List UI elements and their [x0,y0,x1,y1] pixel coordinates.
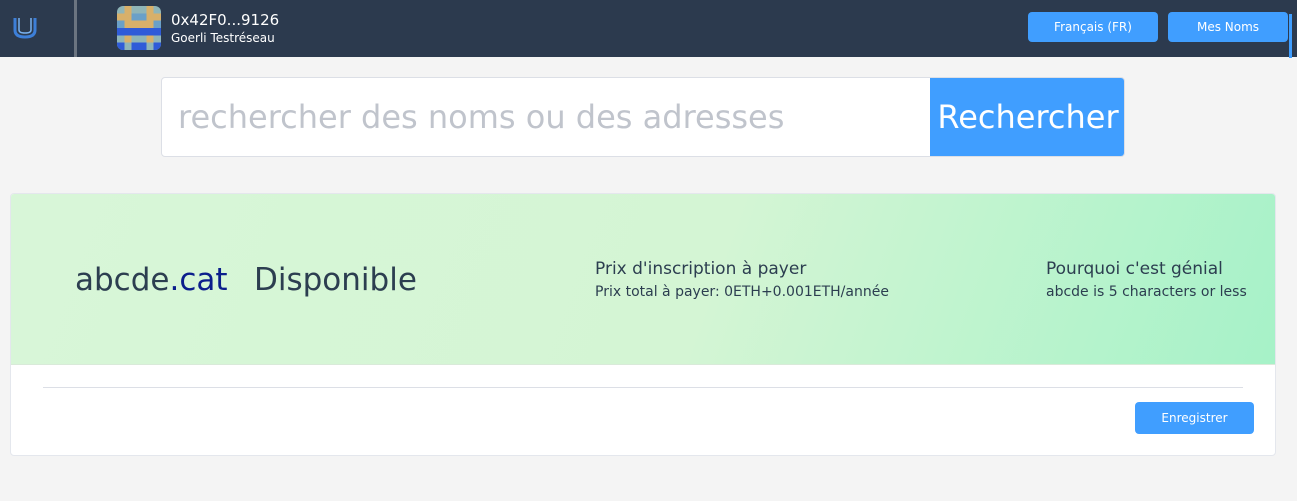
domain-label: abcde [75,262,170,298]
search-input[interactable] [162,78,930,156]
domain-tld: .cat [169,262,228,298]
network-name: Goerli Testréseau [171,31,275,45]
card-divider [43,387,1243,388]
result-summary: abcde.cat Disponible Prix d'inscription … [11,194,1275,365]
top-navigation-bar: 0x42F0...9126 Goerli Testréseau Français… [0,0,1297,58]
search-button[interactable]: Rechercher [930,78,1124,156]
header-divider [74,0,77,57]
why-title: Pourquoi c'est génial [1046,259,1223,279]
domain-name: abcde.cat [75,262,228,298]
why-detail: abcde is 5 characters or less [1046,284,1247,300]
app-logo-icon[interactable] [10,12,40,42]
header-edge-accent [1289,14,1292,58]
availability-status: Disponible [254,262,417,298]
domain-result-card: abcde.cat Disponible Prix d'inscription … [10,193,1276,456]
price-detail: Prix total à payer: 0ETH+0.001ETH/année [595,284,889,300]
price-title: Prix d'inscription à payer [595,259,807,279]
my-names-button[interactable]: Mes Noms [1168,12,1288,42]
account-address[interactable]: 0x42F0...9126 [171,11,279,29]
search-bar: Rechercher [161,77,1125,157]
language-button[interactable]: Français (FR) [1028,12,1158,42]
register-button[interactable]: Enregistrer [1135,402,1254,434]
account-avatar[interactable] [117,6,161,50]
